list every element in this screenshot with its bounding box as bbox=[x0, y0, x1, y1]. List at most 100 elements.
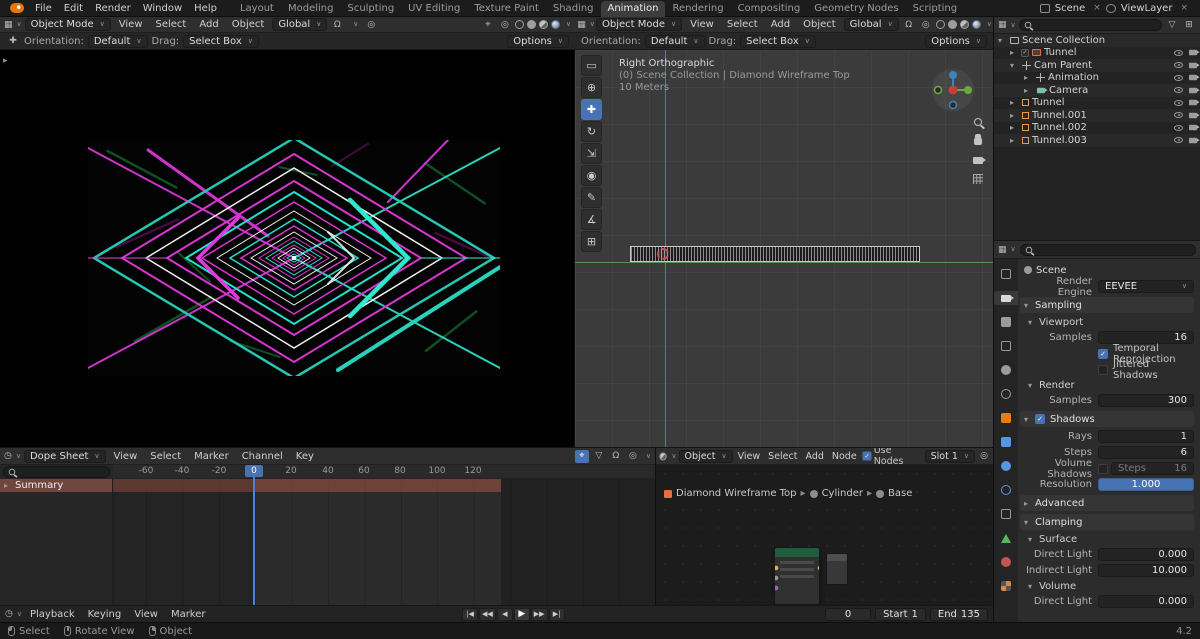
tab-object[interactable] bbox=[996, 411, 1016, 425]
prev-keyframe-button[interactable]: ◀◀ bbox=[479, 607, 496, 621]
expand-icon[interactable]: ▾ bbox=[998, 36, 1006, 45]
render-engine-dropdown[interactable]: EEVEE ∨ bbox=[1098, 280, 1194, 293]
toolbar-expand-icon[interactable]: ▸ bbox=[3, 56, 8, 66]
render-visibility-icon[interactable] bbox=[1189, 62, 1200, 69]
tab-object-data[interactable] bbox=[996, 531, 1016, 545]
view-menu[interactable]: View bbox=[114, 19, 148, 30]
surface-indirect-field[interactable]: 10.000 bbox=[1098, 564, 1194, 577]
move-tool[interactable]: ✚ bbox=[581, 99, 602, 120]
playhead-line[interactable] bbox=[253, 465, 255, 605]
options-dropdown[interactable]: Options ∨ bbox=[507, 34, 569, 48]
expand-icon[interactable]: ▸ bbox=[1010, 123, 1018, 132]
add-menu[interactable]: Add bbox=[766, 19, 795, 30]
dope-sheet-mode-dropdown[interactable]: Dope Sheet ∨ bbox=[23, 449, 106, 463]
shader-type-dropdown[interactable]: Object ∨ bbox=[678, 449, 733, 463]
menu-help[interactable]: Help bbox=[188, 3, 223, 14]
tab-geometry-nodes[interactable]: Geometry Nodes bbox=[807, 1, 905, 17]
transform-tool[interactable]: ◉ bbox=[581, 165, 602, 186]
hide-eye-icon[interactable] bbox=[1174, 124, 1183, 131]
options-dropdown[interactable]: Options ∨ bbox=[925, 34, 987, 48]
outliner-row-scene-collection[interactable]: ▾ Scene Collection bbox=[994, 34, 1200, 47]
shading-rendered-icon[interactable] bbox=[971, 20, 981, 29]
tab-constraints[interactable] bbox=[996, 507, 1016, 521]
zoom-icon[interactable] bbox=[969, 114, 987, 130]
next-keyframe-button[interactable]: ▶▶ bbox=[530, 607, 548, 621]
hide-eye-icon[interactable] bbox=[1174, 137, 1183, 144]
shading-solid-icon[interactable] bbox=[526, 20, 536, 29]
camera-view[interactable]: ▸ bbox=[0, 50, 575, 447]
editor-type-icon[interactable]: ▦ ∨ bbox=[998, 243, 1016, 256]
start-frame-field[interactable]: Start 1 bbox=[875, 607, 926, 621]
playhead-frame-badge[interactable]: 0 bbox=[245, 465, 263, 477]
marker-menu[interactable]: Marker bbox=[189, 451, 234, 462]
camera-view-icon[interactable] bbox=[969, 152, 987, 168]
select-menu[interactable]: Select bbox=[151, 19, 192, 30]
render-visibility-icon[interactable] bbox=[1189, 74, 1200, 81]
rotate-tool[interactable]: ↻ bbox=[581, 121, 602, 142]
channel-search-input[interactable] bbox=[3, 466, 110, 478]
render-visibility-icon[interactable] bbox=[1189, 49, 1200, 56]
snap-magnet-icon[interactable]: Ω bbox=[609, 450, 623, 463]
tab-material[interactable] bbox=[996, 555, 1016, 569]
outliner-search-input[interactable] bbox=[1018, 19, 1162, 31]
snap-magnet-icon[interactable]: Ω bbox=[902, 18, 916, 31]
add-cube-tool[interactable]: ⊞ bbox=[581, 231, 602, 252]
use-nodes-checkbox[interactable]: ✓ bbox=[862, 451, 872, 461]
playback-menu[interactable]: Playback bbox=[25, 609, 80, 620]
tab-physics[interactable] bbox=[996, 483, 1016, 497]
cursor-tool[interactable]: ⊕ bbox=[581, 77, 602, 98]
shading-wireframe-icon[interactable] bbox=[935, 20, 945, 29]
orientation-dropdown[interactable]: Default ∨ bbox=[87, 34, 148, 48]
node-sockets[interactable] bbox=[775, 548, 819, 604]
render-visibility-icon[interactable] bbox=[1189, 124, 1200, 131]
proportional-edit-icon[interactable]: ◎ bbox=[364, 18, 378, 31]
keying-menu[interactable]: Keying bbox=[83, 609, 127, 620]
tab-output[interactable] bbox=[996, 315, 1016, 329]
filter-icon[interactable]: ▽ bbox=[592, 450, 606, 463]
resolution-slider[interactable]: 1.000 bbox=[1098, 478, 1194, 491]
editor-type-icon[interactable]: ▦ ∨ bbox=[4, 18, 22, 31]
clamping-panel-header[interactable]: ▾ Clamping bbox=[1020, 514, 1194, 530]
editor-type-icon[interactable]: ▦ ∨ bbox=[577, 18, 595, 31]
view-menu[interactable]: View bbox=[685, 19, 719, 30]
advanced-panel-header[interactable]: ▸ Advanced bbox=[1020, 495, 1194, 511]
cursor-3d[interactable] bbox=[657, 248, 669, 260]
shading-rendered-icon[interactable] bbox=[550, 20, 560, 29]
tab-texture[interactable] bbox=[996, 579, 1016, 593]
outliner-row-camera[interactable]: ▸ Camera bbox=[994, 84, 1200, 97]
tab-modeling[interactable]: Modeling bbox=[281, 1, 341, 17]
tab-uv-editing[interactable]: UV Editing bbox=[401, 1, 467, 17]
menu-edit[interactable]: Edit bbox=[58, 3, 89, 14]
jump-to-end-button[interactable]: ▶| bbox=[548, 607, 565, 621]
transform-orientation-dropdown[interactable]: Global ∨ bbox=[272, 18, 328, 31]
outliner-row-tunnel-003[interactable]: ▸ Tunnel.003 bbox=[994, 134, 1200, 147]
play-button[interactable]: ▶ bbox=[513, 607, 530, 621]
render-visibility-icon[interactable] bbox=[1189, 87, 1200, 94]
shadows-panel-header[interactable]: ▾ ✓ Shadows bbox=[1020, 411, 1194, 427]
expand-icon[interactable]: ▸ bbox=[1024, 86, 1032, 95]
rays-field[interactable]: 1 bbox=[1098, 430, 1194, 443]
object-menu[interactable]: Object bbox=[227, 19, 270, 30]
pin-icon[interactable]: ◎ bbox=[977, 450, 991, 463]
snap-magnet-icon[interactable]: Ω bbox=[330, 18, 344, 31]
volume-shadows-checkbox[interactable] bbox=[1098, 463, 1108, 474]
expand-icon[interactable]: ▸ bbox=[4, 481, 12, 490]
annotate-tool[interactable]: ✎ bbox=[581, 187, 602, 208]
menu-file[interactable]: File bbox=[29, 3, 58, 14]
play-reverse-button[interactable]: ◀ bbox=[496, 607, 513, 621]
blender-logo-icon[interactable] bbox=[10, 3, 24, 13]
tab-texture-paint[interactable]: Texture Paint bbox=[467, 1, 546, 17]
object-menu[interactable]: Object bbox=[798, 19, 841, 30]
sampling-panel-header[interactable]: ▾ Sampling bbox=[1020, 297, 1194, 313]
tab-scripting[interactable]: Scripting bbox=[906, 1, 964, 17]
tab-rendering[interactable]: Rendering bbox=[665, 1, 730, 17]
surface-direct-field[interactable]: 0.000 bbox=[1098, 548, 1194, 561]
hide-eye-icon[interactable] bbox=[1174, 99, 1183, 106]
hide-eye-icon[interactable] bbox=[1174, 62, 1183, 69]
tab-scene[interactable] bbox=[996, 363, 1016, 377]
tab-tool[interactable] bbox=[996, 267, 1016, 281]
temporal-reprojection-checkbox[interactable]: ✓ bbox=[1098, 348, 1108, 359]
overlays-icon[interactable]: ◎ bbox=[919, 18, 933, 31]
filter-icon[interactable]: ▽ bbox=[1165, 19, 1179, 32]
toggle-perspective-icon[interactable] bbox=[969, 171, 987, 187]
